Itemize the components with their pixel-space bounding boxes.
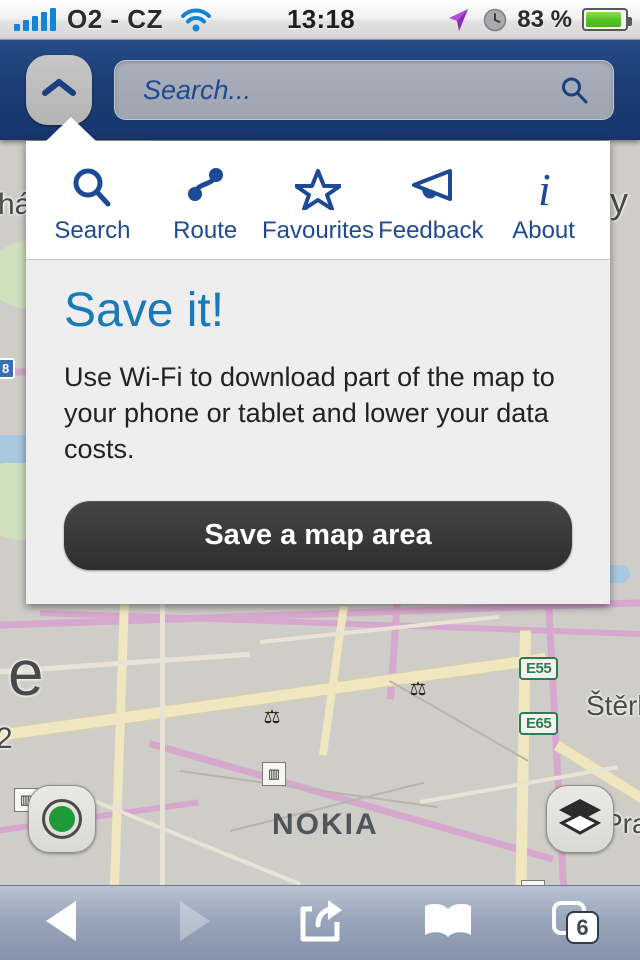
megaphone-icon [408, 165, 454, 211]
nokia-watermark: NOKIA [272, 808, 379, 841]
forward-triangle-icon [170, 897, 214, 950]
menu-item-about[interactable]: i About [487, 165, 600, 245]
map-label: 2 [0, 722, 13, 755]
menu-item-label: Route [173, 217, 238, 244]
location-arrow-icon [445, 7, 471, 33]
menu-panel: Search Route Favourites Feedback i About… [26, 117, 610, 605]
tabs-icon: 6 [550, 899, 602, 947]
menu-item-search[interactable]: Search [36, 165, 149, 245]
search-placeholder: Search... [143, 74, 252, 105]
menu-item-route[interactable]: Route [149, 165, 262, 245]
wifi-icon [180, 8, 211, 32]
alarm-clock-icon [483, 8, 507, 32]
phone-screen: e há 2 y Štěrb Pra E55 E65 8 ▥ ▥ ▥ ⚖ ⚖ N… [0, 0, 640, 960]
forward-button[interactable] [128, 886, 256, 960]
search-icon[interactable] [559, 75, 613, 105]
info-icon: i [526, 165, 562, 211]
star-icon [294, 165, 341, 211]
status-bar: O2 - CZ 13:18 83 % [0, 0, 640, 40]
battery-percent-label: 83 % [517, 5, 572, 33]
locate-me-button[interactable] [28, 785, 96, 853]
route-icon [183, 165, 227, 211]
map-label: e [8, 637, 44, 709]
map-label: Štěrb [586, 690, 640, 721]
battery-icon [582, 8, 632, 31]
save-map-area-button[interactable]: Save a map area [64, 501, 572, 571]
road-shield-e55: E55 [519, 657, 559, 680]
signal-bars-icon [14, 7, 56, 31]
panel-body-text: Use Wi-Fi to download part of the map to… [64, 362, 555, 464]
map-layers-icon [558, 797, 602, 842]
menu-items-row: Search Route Favourites Feedback i About [26, 141, 610, 260]
map-layers-button[interactable] [546, 785, 614, 853]
menu-toggle-button[interactable] [26, 55, 92, 125]
menu-item-label: Search [54, 217, 131, 244]
locate-me-icon [42, 799, 82, 839]
menu-item-favourites[interactable]: Favourites [262, 165, 375, 245]
road-shield-blue: 8 [0, 358, 16, 379]
poi-train-station[interactable]: ▥ [262, 762, 286, 786]
tab-count-label: 6 [576, 914, 589, 940]
browser-toolbar: 6 [0, 885, 640, 960]
road-shield-e65: E65 [519, 712, 559, 735]
chevron-up-icon [40, 76, 78, 105]
menu-item-label: Feedback [378, 217, 484, 244]
search-icon [70, 165, 114, 211]
menu-item-label: About [512, 217, 575, 244]
status-time: 13:18 [287, 4, 355, 34]
menu-item-label: Favourites [261, 217, 375, 244]
share-button[interactable] [256, 886, 384, 960]
poi-marker[interactable]: ⚖ [262, 708, 282, 728]
carrier-label: O2 - CZ [67, 4, 163, 34]
book-icon [421, 899, 475, 948]
panel-pointer [46, 117, 96, 141]
panel-body: Save it! Use Wi-Fi to download part of t… [26, 260, 610, 605]
poi-marker[interactable]: ⚖ [408, 680, 428, 700]
app-nav-bar: Search... [0, 40, 640, 140]
map-road [108, 600, 129, 885]
bookmarks-button[interactable] [384, 886, 512, 960]
panel-heading: Save it! [64, 284, 225, 337]
tabs-button[interactable]: 6 [512, 886, 640, 960]
share-icon [296, 897, 344, 950]
map-road [160, 600, 165, 885]
menu-item-feedback[interactable]: Feedback [374, 165, 487, 245]
back-button[interactable] [0, 886, 128, 960]
map-label: y [610, 180, 628, 221]
svg-text:i: i [538, 165, 551, 211]
back-triangle-icon [42, 897, 86, 950]
search-input[interactable]: Search... [114, 60, 614, 120]
